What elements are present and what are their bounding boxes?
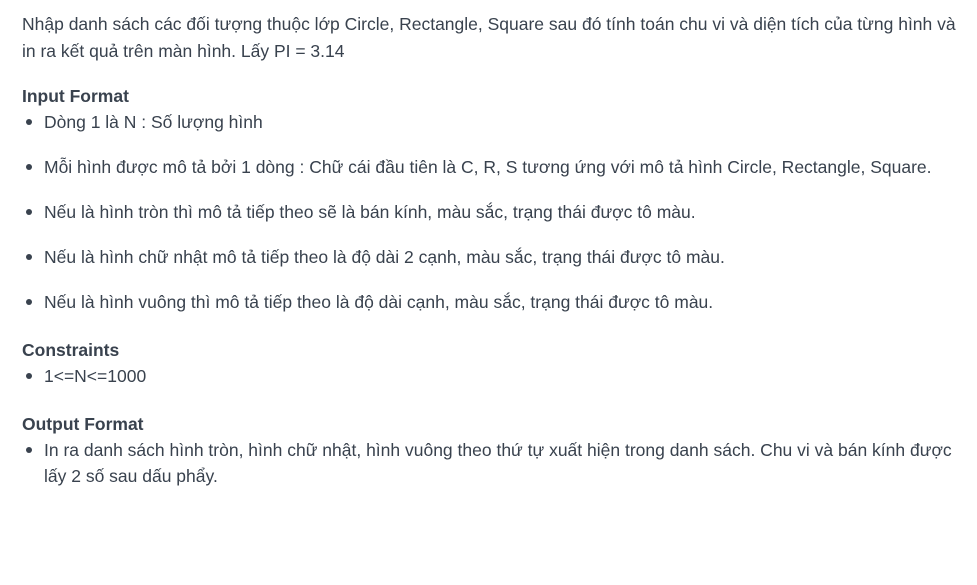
input-format-heading: Input Format xyxy=(22,86,129,106)
input-format-list: Dòng 1 là N : Số lượng hình Mỗi hình đượ… xyxy=(22,109,957,315)
list-item-text: Nếu là hình chữ nhật mô tả tiếp theo là … xyxy=(44,247,725,267)
bullet-icon xyxy=(26,373,32,379)
list-item: 1<=N<=1000 xyxy=(22,363,957,389)
list-item: Nếu là hình tròn thì mô tả tiếp theo sẽ … xyxy=(22,199,957,225)
list-item-text: 1<=N<=1000 xyxy=(44,366,147,386)
bullet-icon xyxy=(26,447,32,453)
list-item-text: Nếu là hình vuông thì mô tả tiếp theo là… xyxy=(44,292,714,312)
bullet-icon xyxy=(26,164,32,170)
list-item: Mỗi hình được mô tả bởi 1 dòng : Chữ cái… xyxy=(22,154,957,180)
problem-intro: Nhập danh sách các đối tượng thuộc lớp C… xyxy=(22,14,956,61)
bullet-icon xyxy=(26,209,32,215)
list-item: Nếu là hình chữ nhật mô tả tiếp theo là … xyxy=(22,244,957,270)
list-item-text: Dòng 1 là N : Số lượng hình xyxy=(44,112,263,132)
bullet-icon xyxy=(26,254,32,260)
list-item: Dòng 1 là N : Số lượng hình xyxy=(22,109,957,135)
list-item: Nếu là hình vuông thì mô tả tiếp theo là… xyxy=(22,289,957,315)
list-item-text: In ra danh sách hình tròn, hình chữ nhật… xyxy=(44,440,952,486)
bullet-icon xyxy=(26,119,32,125)
bullet-icon xyxy=(26,299,32,305)
list-item: In ra danh sách hình tròn, hình chữ nhật… xyxy=(22,437,957,489)
constraints-heading: Constraints xyxy=(22,340,120,360)
list-item-text: Nếu là hình tròn thì mô tả tiếp theo sẽ … xyxy=(44,202,696,222)
list-item-text: Mỗi hình được mô tả bởi 1 dòng : Chữ cái… xyxy=(44,157,932,177)
output-format-heading: Output Format xyxy=(22,414,144,434)
constraints-list: 1<=N<=1000 xyxy=(22,363,957,389)
problem-statement: Nhập danh sách các đối tượng thuộc lớp C… xyxy=(0,0,977,489)
output-format-list: In ra danh sách hình tròn, hình chữ nhật… xyxy=(22,437,957,489)
